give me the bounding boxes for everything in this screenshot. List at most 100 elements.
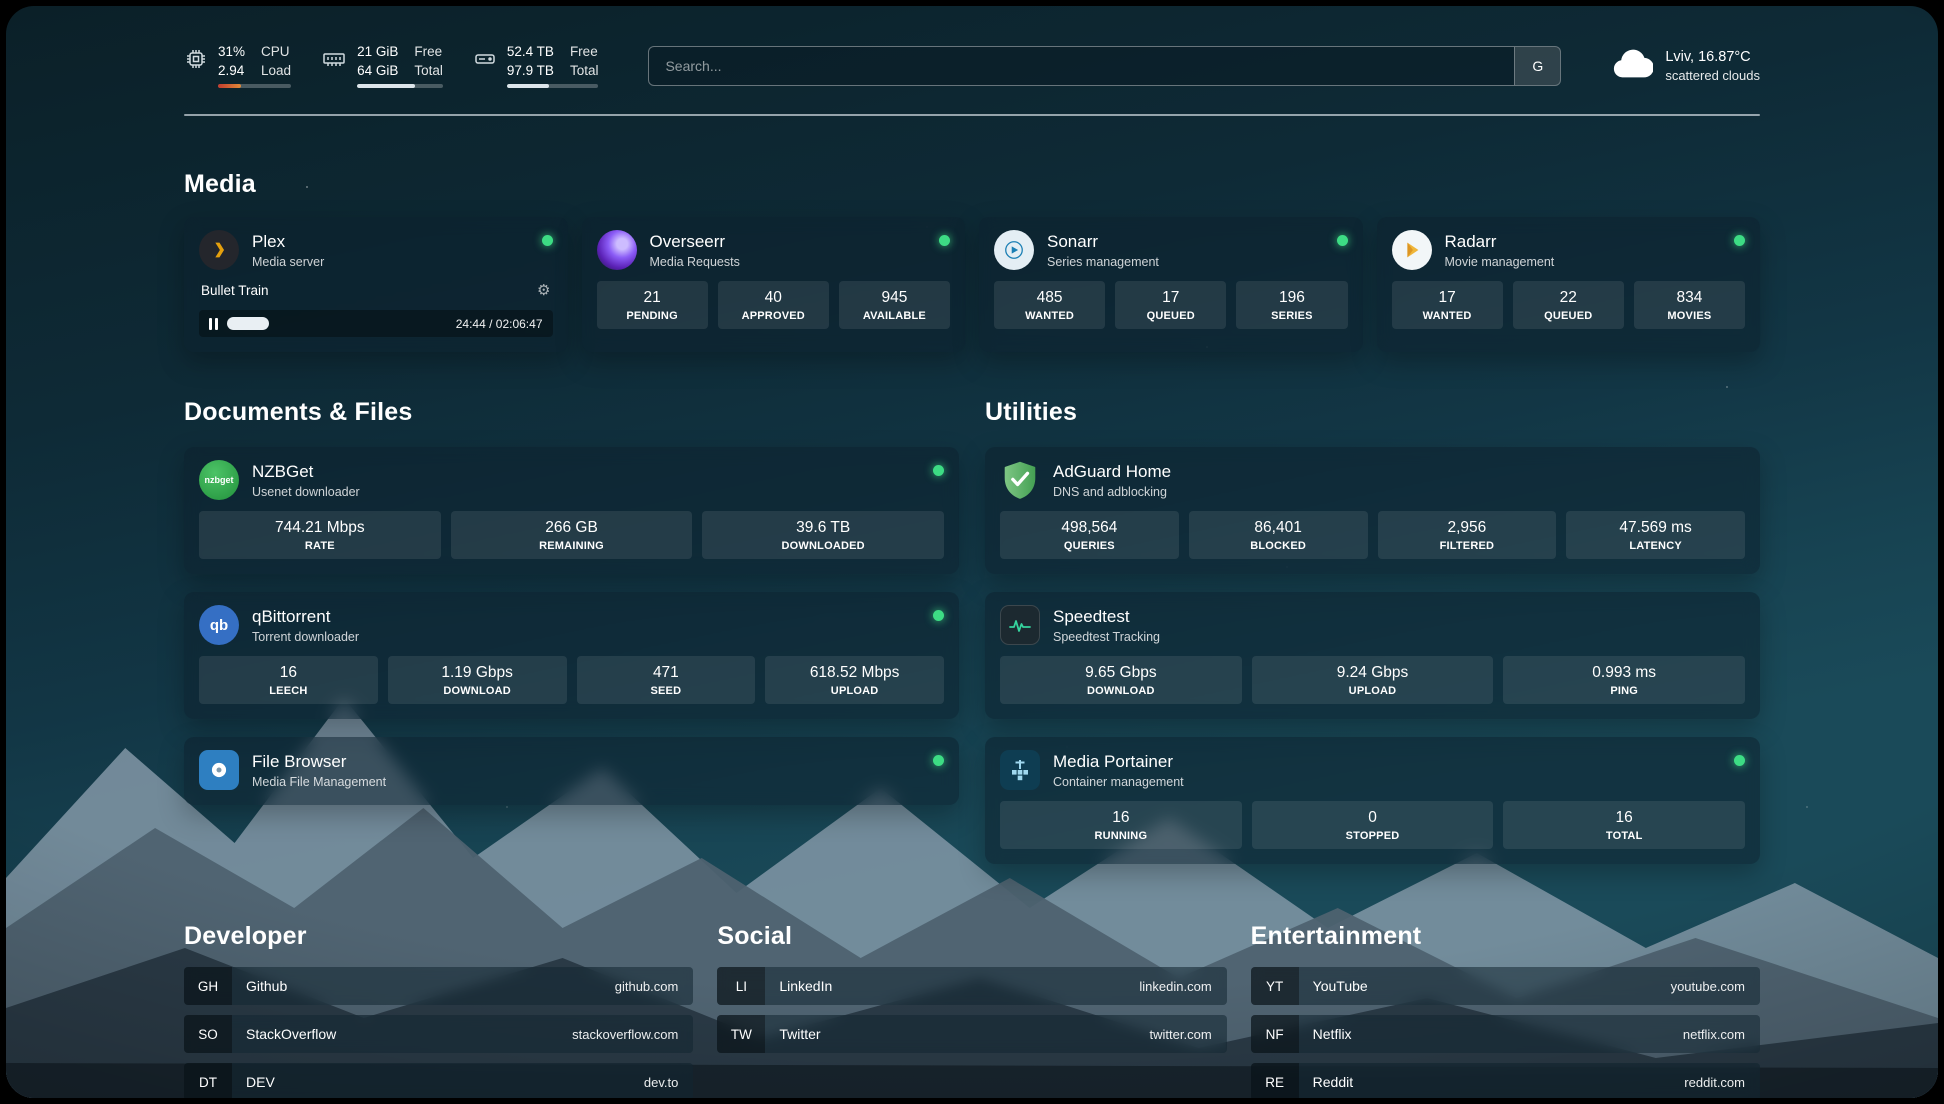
status-dot (939, 235, 950, 246)
bookmark-url: reddit.com (1684, 1075, 1760, 1090)
stat-running: 16RUNNING (1000, 801, 1242, 849)
service-card-radarr[interactable]: Radarr Movie management 17WANTED 22QUEUE… (1377, 217, 1761, 352)
search-engine-label: G (1532, 58, 1543, 74)
bookmark-linkedin[interactable]: LI LinkedIn linkedin.com (717, 967, 1226, 1005)
bookmark-url: dev.to (644, 1075, 693, 1090)
nzbget-icon: nzbget (199, 460, 239, 500)
disk-icon (473, 47, 497, 88)
status-dot (1734, 235, 1745, 246)
bookmark-name: Github (232, 978, 287, 994)
search-bar: G (648, 46, 1561, 86)
radarr-icon (1392, 230, 1432, 270)
disk-total-value: 97.9 TB (507, 63, 554, 79)
pause-icon[interactable] (209, 318, 218, 330)
bookmark-url: github.com (615, 979, 694, 994)
settings-gear-icon[interactable]: ⚙ (537, 281, 550, 299)
service-subtitle: Series management (1047, 255, 1159, 269)
bookmark-name: Reddit (1299, 1074, 1353, 1090)
service-card-overseerr[interactable]: Overseerr Media Requests 21PENDING 40APP… (582, 217, 966, 352)
section-title-documents: Documents & Files (184, 398, 959, 427)
bookmark-twitter[interactable]: TW Twitter twitter.com (717, 1015, 1226, 1053)
bookmark-url: twitter.com (1150, 1027, 1227, 1042)
stat-wanted: 485WANTED (994, 281, 1105, 329)
bookmark-stackoverflow[interactable]: SO StackOverflow stackoverflow.com (184, 1015, 693, 1053)
stat-upload: 9.24 GbpsUPLOAD (1252, 656, 1494, 704)
bookmark-abbr: RE (1251, 1063, 1299, 1098)
stat-latency: 47.569 msLATENCY (1566, 511, 1745, 559)
service-name: Media Portainer (1053, 752, 1184, 772)
weather-condition: scattered clouds (1665, 68, 1760, 83)
weather-location: Lviv, 16.87°C (1665, 49, 1760, 65)
service-name: Speedtest (1053, 607, 1160, 627)
service-card-plex[interactable]: Plex Media server Bullet Train ⚙ (184, 217, 568, 352)
service-card-speedtest[interactable]: Speedtest Speedtest Tracking 9.65 GbpsDO… (985, 592, 1760, 719)
stat-series: 196SERIES (1236, 281, 1347, 329)
section-utilities: Utilities Ad (985, 398, 1760, 864)
stat-remaining: 266 GBREMAINING (451, 511, 693, 559)
cpu-progress-bar (218, 84, 291, 88)
service-subtitle: Media Requests (650, 255, 740, 269)
stat-queries: 498,564QUERIES (1000, 511, 1179, 559)
cpu-label-top: CPU (261, 44, 291, 60)
bookmark-abbr: GH (184, 967, 232, 1005)
bookmark-github[interactable]: GH Github github.com (184, 967, 693, 1005)
service-name: AdGuard Home (1053, 462, 1171, 482)
status-dot (933, 755, 944, 766)
bookmark-url: netflix.com (1683, 1027, 1760, 1042)
stat-queued: 17QUEUED (1115, 281, 1226, 329)
weather-widget[interactable]: Lviv, 16.87°C scattered clouds (1611, 49, 1760, 84)
bookmark-netflix[interactable]: NF Netflix netflix.com (1251, 1015, 1760, 1053)
stat-pending: 21PENDING (597, 281, 708, 329)
service-card-adguard[interactable]: AdGuard Home DNS and adblocking 498,564Q… (985, 447, 1760, 574)
memory-widget: 21 GiB 64 GiB Free Total (321, 44, 443, 88)
bookmark-reddit[interactable]: RE Reddit reddit.com (1251, 1063, 1760, 1098)
section-developer: Developer GH Github github.com SO StackO… (184, 922, 693, 1098)
playback-progress-fill (227, 317, 269, 330)
stat-downloaded: 39.6 TBDOWNLOADED (702, 511, 944, 559)
stat-filtered: 2,956FILTERED (1378, 511, 1557, 559)
cpu-widget: 31% 2.94 CPU Load (184, 44, 291, 88)
sonarr-icon (994, 230, 1034, 270)
bookmark-dev[interactable]: DT DEV dev.to (184, 1063, 693, 1098)
disk-label-bottom: Total (570, 63, 599, 79)
section-title-developer: Developer (184, 922, 693, 951)
header-divider (184, 114, 1760, 116)
bookmark-abbr: SO (184, 1015, 232, 1053)
window-frame: 31% 2.94 CPU Load (0, 0, 1944, 1104)
service-name: Radarr (1445, 232, 1555, 252)
section-social: Social LI LinkedIn linkedin.com TW Twitt… (717, 922, 1226, 1098)
service-name: qBittorrent (252, 607, 359, 627)
stat-download: 9.65 GbpsDOWNLOAD (1000, 656, 1242, 704)
bookmark-youtube[interactable]: YT YouTube youtube.com (1251, 967, 1760, 1005)
disk-label-top: Free (570, 44, 599, 60)
stat-blocked: 86,401BLOCKED (1189, 511, 1368, 559)
search-input[interactable] (648, 46, 1561, 86)
stat-total: 16TOTAL (1503, 801, 1745, 849)
playback-time: 24:44 / 02:06:47 (456, 317, 543, 331)
service-subtitle: Movie management (1445, 255, 1555, 269)
service-card-sonarr[interactable]: Sonarr Series management 485WANTED 17QUE… (979, 217, 1363, 352)
service-card-qbittorrent[interactable]: qb qBittorrent Torrent downloader 16LEEC… (184, 592, 959, 719)
service-subtitle: DNS and adblocking (1053, 485, 1171, 499)
speedtest-icon (1000, 605, 1040, 645)
bookmark-abbr: NF (1251, 1015, 1299, 1053)
status-dot (933, 465, 944, 476)
stat-approved: 40APPROVED (718, 281, 829, 329)
search-engine-button[interactable]: G (1514, 47, 1560, 85)
bookmark-name: YouTube (1299, 978, 1368, 994)
plex-player-bar: 24:44 / 02:06:47 (199, 310, 553, 337)
bookmark-name: Netflix (1299, 1026, 1352, 1042)
service-card-filebrowser[interactable]: File Browser Media File Management (184, 737, 959, 805)
qbittorrent-icon: qb (199, 605, 239, 645)
bookmark-name: DEV (232, 1074, 275, 1090)
service-card-portainer[interactable]: Media Portainer Container management 16R… (985, 737, 1760, 864)
section-title-media: Media (184, 170, 1760, 199)
now-playing-title: Bullet Train (201, 283, 269, 298)
memory-progress-bar (357, 84, 443, 88)
service-name: NZBGet (252, 462, 360, 482)
status-dot (933, 610, 944, 621)
stat-seed: 471SEED (577, 656, 756, 704)
playback-progress-track[interactable] (227, 317, 447, 330)
service-card-nzbget[interactable]: nzbget NZBGet Usenet downloader 744.21 M… (184, 447, 959, 574)
bookmark-name: LinkedIn (765, 978, 832, 994)
